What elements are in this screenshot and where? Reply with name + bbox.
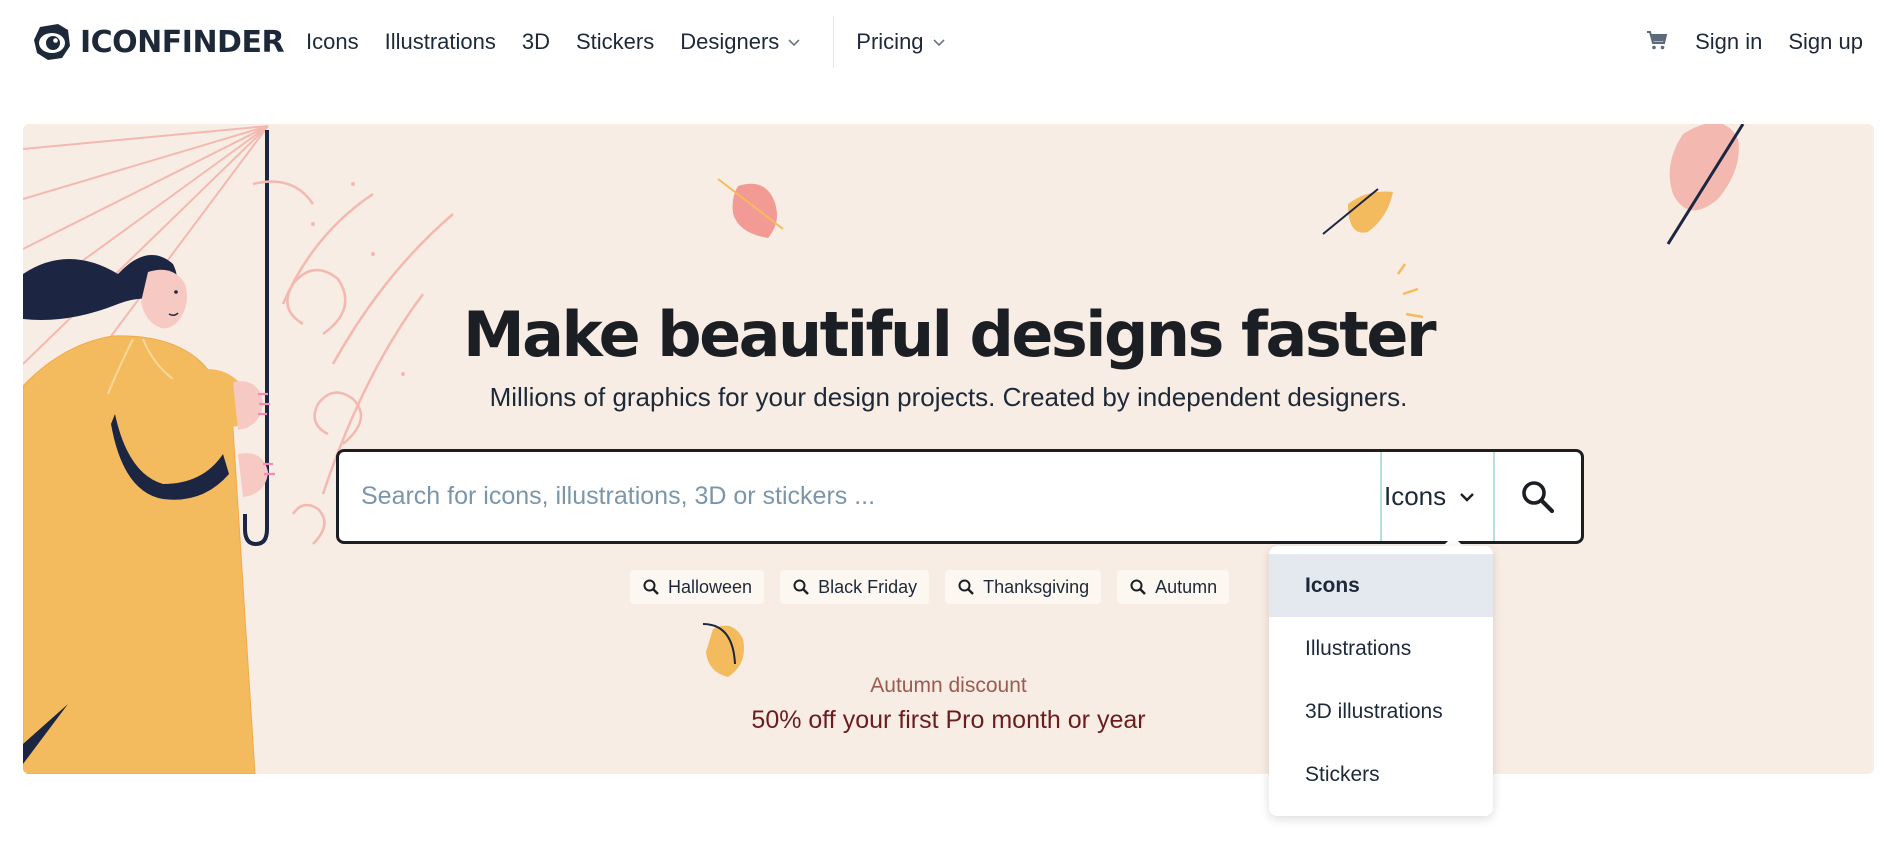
nav-designers-label: Designers xyxy=(680,29,780,54)
eye-logo-icon xyxy=(34,24,70,60)
search-bar: Icons xyxy=(336,449,1584,544)
sign-in-link[interactable]: Sign in xyxy=(1695,29,1762,55)
nav-pricing[interactable]: Pricing xyxy=(856,29,945,55)
hero-subtitle: Millions of graphics for your design pro… xyxy=(489,382,1408,412)
promo-link[interactable]: 50% off your first Pro month or year xyxy=(23,706,1874,735)
search-icon xyxy=(958,579,974,595)
nav-divider xyxy=(833,16,835,68)
search-icon xyxy=(793,579,809,595)
search-input[interactable] xyxy=(339,452,1380,541)
hero-banner: Make beautiful designs faster Millions o… xyxy=(23,124,1874,774)
dropdown-option-icons[interactable]: Icons xyxy=(1269,554,1493,617)
asset-type-select[interactable]: Icons xyxy=(1380,452,1495,541)
nav-icons-label: Icons xyxy=(306,29,359,54)
tag-label: Autumn xyxy=(1155,576,1218,597)
nav-3d[interactable]: 3D xyxy=(522,29,550,55)
search-icon xyxy=(1130,579,1147,595)
brand-name: ICONFINDER xyxy=(80,24,285,60)
chevron-down-icon xyxy=(1460,492,1475,502)
brand-logo[interactable]: ICONFINDER xyxy=(30,20,285,64)
asset-type-selected: Icons xyxy=(1384,481,1447,511)
popular-searches: Halloween Black Friday Thanksgiving Autu… xyxy=(630,570,1230,604)
dropdown-option-illustrations[interactable]: Illustrations xyxy=(1269,617,1493,680)
hero-title: Make beautiful designs faster xyxy=(462,298,1437,371)
cart-button[interactable] xyxy=(1645,28,1669,57)
nav-stickers-label: Stickers xyxy=(576,29,655,54)
tag-label: Halloween xyxy=(668,576,753,597)
sign-up-link[interactable]: Sign up xyxy=(1788,29,1863,55)
tag-halloween[interactable]: Halloween xyxy=(630,570,765,604)
asset-type-dropdown: Icons Illustrations 3D illustrations Sti… xyxy=(1269,546,1493,816)
tag-thanksgiving[interactable]: Thanksgiving xyxy=(945,570,1102,604)
search-icon xyxy=(643,579,659,595)
tag-black-friday[interactable]: Black Friday xyxy=(780,570,930,604)
shopping-cart-icon xyxy=(1647,30,1668,49)
nav-stickers[interactable]: Stickers xyxy=(576,29,654,55)
tag-autumn[interactable]: Autumn xyxy=(1117,570,1230,604)
account-nav: Sign in Sign up xyxy=(1645,24,1863,60)
chevron-down-icon xyxy=(788,39,800,47)
chevron-down-icon xyxy=(932,39,945,47)
nav-pricing-label: Pricing xyxy=(856,29,924,54)
tag-label: Thanksgiving xyxy=(983,576,1090,597)
nav-illustrations[interactable]: Illustrations xyxy=(385,29,496,55)
search-icon xyxy=(1522,480,1555,513)
tag-label: Black Friday xyxy=(818,576,918,597)
promo-label: Autumn discount xyxy=(870,674,1027,697)
dropdown-option-stickers[interactable]: Stickers xyxy=(1269,743,1493,806)
main-nav: Icons Illustrations 3D Stickers Designer… xyxy=(306,16,972,68)
search-button[interactable] xyxy=(1495,452,1581,541)
nav-3d-label: 3D xyxy=(521,29,550,54)
nav-illustrations-label: Illustrations xyxy=(384,29,496,54)
top-navigation: ICONFINDER Icons Illustrations 3D Sticke… xyxy=(0,0,1885,86)
nav-icons[interactable]: Icons xyxy=(306,29,359,55)
dropdown-option-3d-illustrations[interactable]: 3D illustrations xyxy=(1269,680,1493,743)
nav-designers[interactable]: Designers xyxy=(680,29,801,55)
